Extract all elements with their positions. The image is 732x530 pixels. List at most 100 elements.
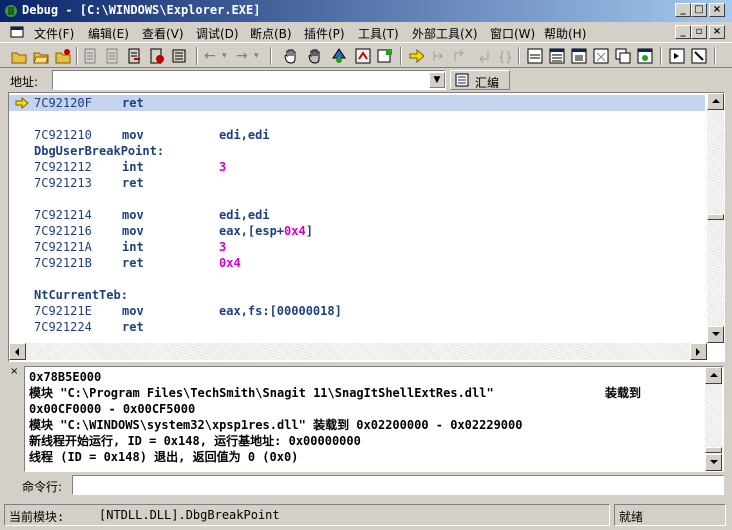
patches-window-icon[interactable]	[690, 47, 708, 65]
menu-bar: 文件(F) 编辑(E) 查看(V) 调试(D) 断点(B) 插件(P) 工具(T…	[0, 22, 732, 42]
breakpoint-list-icon[interactable]	[148, 47, 166, 65]
tab-disassembly[interactable]: 汇编	[450, 70, 510, 90]
threads-window-icon[interactable]	[592, 47, 610, 65]
disassembly-row[interactable]: 7C921213 ret	[9, 175, 705, 191]
address-bar: 地址: ▼ 汇编	[0, 68, 732, 92]
menu-edit[interactable]: 编辑(E)	[88, 25, 129, 42]
disassembly-row[interactable]: 7C921216 mov eax,[esp+0x4]	[9, 223, 705, 239]
log-scroll-up-button[interactable]	[705, 367, 722, 384]
address-dropdown-button[interactable]: ▼	[429, 72, 445, 88]
child-close-button[interactable]: ×	[709, 25, 725, 39]
log-scroll-down-button[interactable]	[705, 454, 722, 471]
current-instruction-arrow-icon	[15, 97, 29, 109]
log-line: 0x78B5E000	[29, 369, 705, 385]
disassembly-row[interactable]: 7C921214 mov edi,edi	[9, 207, 705, 223]
disassembly-pane[interactable]: 7C92120F ret 7C921210 mov edi,edi DbgUserBrea…	[8, 92, 725, 362]
minimize-button[interactable]: _	[675, 3, 691, 17]
menu-plugins[interactable]: 插件(P)	[304, 25, 345, 42]
disassembly-row[interactable]: 7C92121A int 3	[9, 239, 705, 255]
new-icon[interactable]	[10, 47, 28, 65]
address-input[interactable]	[52, 70, 446, 90]
scroll-right-button[interactable]	[690, 343, 707, 360]
log-close-icon[interactable]: ×	[10, 366, 18, 377]
step-over-icon[interactable]	[104, 47, 122, 65]
run-to-cursor-icon[interactable]	[126, 47, 144, 65]
watch-icon[interactable]	[170, 47, 188, 65]
return-disabled-icon[interactable]	[474, 47, 492, 65]
attach-process-icon[interactable]	[54, 47, 72, 65]
disassembly-row[interactable]: 7C92121B ret 0x4	[9, 255, 705, 271]
disassembly-label-row[interactable]: NtCurrentTeb:	[9, 287, 705, 303]
menu-window[interactable]: 窗口(W)	[490, 25, 535, 42]
instruction-mnemonic: ret	[122, 176, 144, 190]
disassembly-row[interactable]: 7C921212 int 3	[9, 159, 705, 175]
menu-debug[interactable]: 调试(D)	[196, 25, 239, 42]
scroll-down-button[interactable]	[707, 326, 724, 343]
hand-icon[interactable]	[282, 47, 300, 65]
modules-window-icon[interactable]	[548, 47, 566, 65]
menu-help[interactable]: 帮助(H)	[544, 25, 586, 42]
handles-window-icon[interactable]	[636, 47, 654, 65]
disassembly-row[interactable]: 7C921224 ret	[9, 319, 705, 335]
instruction-mnemonic: mov	[122, 208, 144, 222]
child-window-icon[interactable]	[10, 25, 24, 39]
instruction-operands: eax,fs:[00000018]	[219, 304, 342, 318]
status-module-value: [NTDLL.DLL].DbgBreakPoint	[99, 508, 280, 522]
disassembly-blank-row	[9, 191, 705, 207]
log-pane[interactable]: 0x78B5E000 模块 "C:\Program Files\TechSmith…	[24, 366, 724, 472]
call-disabled-icon[interactable]	[452, 47, 470, 65]
disassembly-horizontal-scrollbar[interactable]	[9, 343, 707, 360]
close-button[interactable]: ×	[709, 3, 725, 17]
debug-app-icon	[5, 5, 17, 17]
scroll-thumb[interactable]	[707, 214, 724, 220]
menu-tools[interactable]: 工具(T)	[358, 25, 399, 42]
disassembly-vertical-scrollbar[interactable]	[707, 93, 724, 343]
menu-external-tools[interactable]: 外部工具(X)	[412, 25, 478, 42]
child-restore-button[interactable]: ▫	[691, 25, 707, 39]
log-scroll-thumb[interactable]	[705, 447, 722, 453]
instruction-address: 7C921216	[34, 224, 92, 238]
hand-stop-icon[interactable]	[306, 47, 324, 65]
command-input[interactable]	[72, 475, 724, 495]
command-label: 命令行:	[22, 480, 63, 494]
braces-disabled-icon[interactable]: {}	[496, 47, 514, 65]
instruction-operands: edi,edi	[219, 128, 270, 142]
maximize-button[interactable]: □	[691, 3, 707, 17]
disassembly-row[interactable]: 7C92121E mov eax,fs:[00000018]	[9, 303, 705, 319]
log-line: 线程 (ID = 0x148) 退出, 返回值为 0 (0x0)	[29, 449, 705, 465]
disassembly-row[interactable]: 7C92120F ret	[9, 95, 705, 111]
forward-arrow-icon[interactable]: →	[236, 47, 254, 65]
windows-list-icon[interactable]	[614, 47, 632, 65]
scroll-up-button[interactable]	[707, 93, 724, 110]
menu-breakpoint[interactable]: 断点(B)	[250, 25, 292, 42]
scroll-left-button[interactable]	[9, 343, 26, 360]
open-folder-icon[interactable]	[32, 47, 50, 65]
execute-till-return-icon[interactable]	[376, 47, 394, 65]
branch-disabled-icon[interactable]	[430, 47, 448, 65]
toolbar-separator	[76, 47, 78, 65]
disassembly-label-row[interactable]: DbgUserBreakPoint:	[9, 143, 705, 159]
title-bar: Debug - [C:\WINDOWS\Explorer.EXE] _ □ ×	[0, 0, 732, 22]
go-to-origin-icon[interactable]	[408, 47, 426, 65]
cpu-window-icon[interactable]	[668, 47, 686, 65]
disassembly-row[interactable]: 7C921210 mov edi,edi	[9, 127, 705, 143]
instruction-mnemonic: int	[122, 240, 144, 254]
memory-window-icon[interactable]	[570, 47, 588, 65]
back-arrow-icon[interactable]: ←	[204, 47, 222, 65]
log-line: 0x00CF0000 - 0x00CF5000	[29, 401, 705, 417]
instruction-mnemonic: int	[122, 160, 144, 174]
operand-part: eax,[esp+	[219, 224, 285, 238]
menu-file[interactable]: 文件(F)	[34, 25, 74, 42]
toolbar: ← ▾ → ▾ {}	[0, 42, 732, 68]
menu-view[interactable]: 查看(V)	[142, 25, 184, 42]
log-window-icon[interactable]	[526, 47, 544, 65]
child-minimize-button[interactable]: _	[675, 25, 691, 39]
log-vertical-scrollbar[interactable]	[705, 367, 722, 471]
animate-icon[interactable]	[330, 47, 348, 65]
trace-icon[interactable]	[354, 47, 372, 65]
operand-part: 0x4	[284, 224, 306, 238]
instruction-operands: 0x4	[219, 256, 241, 270]
log-line: 模块 "C:\WINDOWS\system32\xpsp1res.dll" 装载…	[29, 417, 705, 433]
step-into-icon[interactable]	[82, 47, 100, 65]
address-label: 地址:	[10, 75, 39, 89]
